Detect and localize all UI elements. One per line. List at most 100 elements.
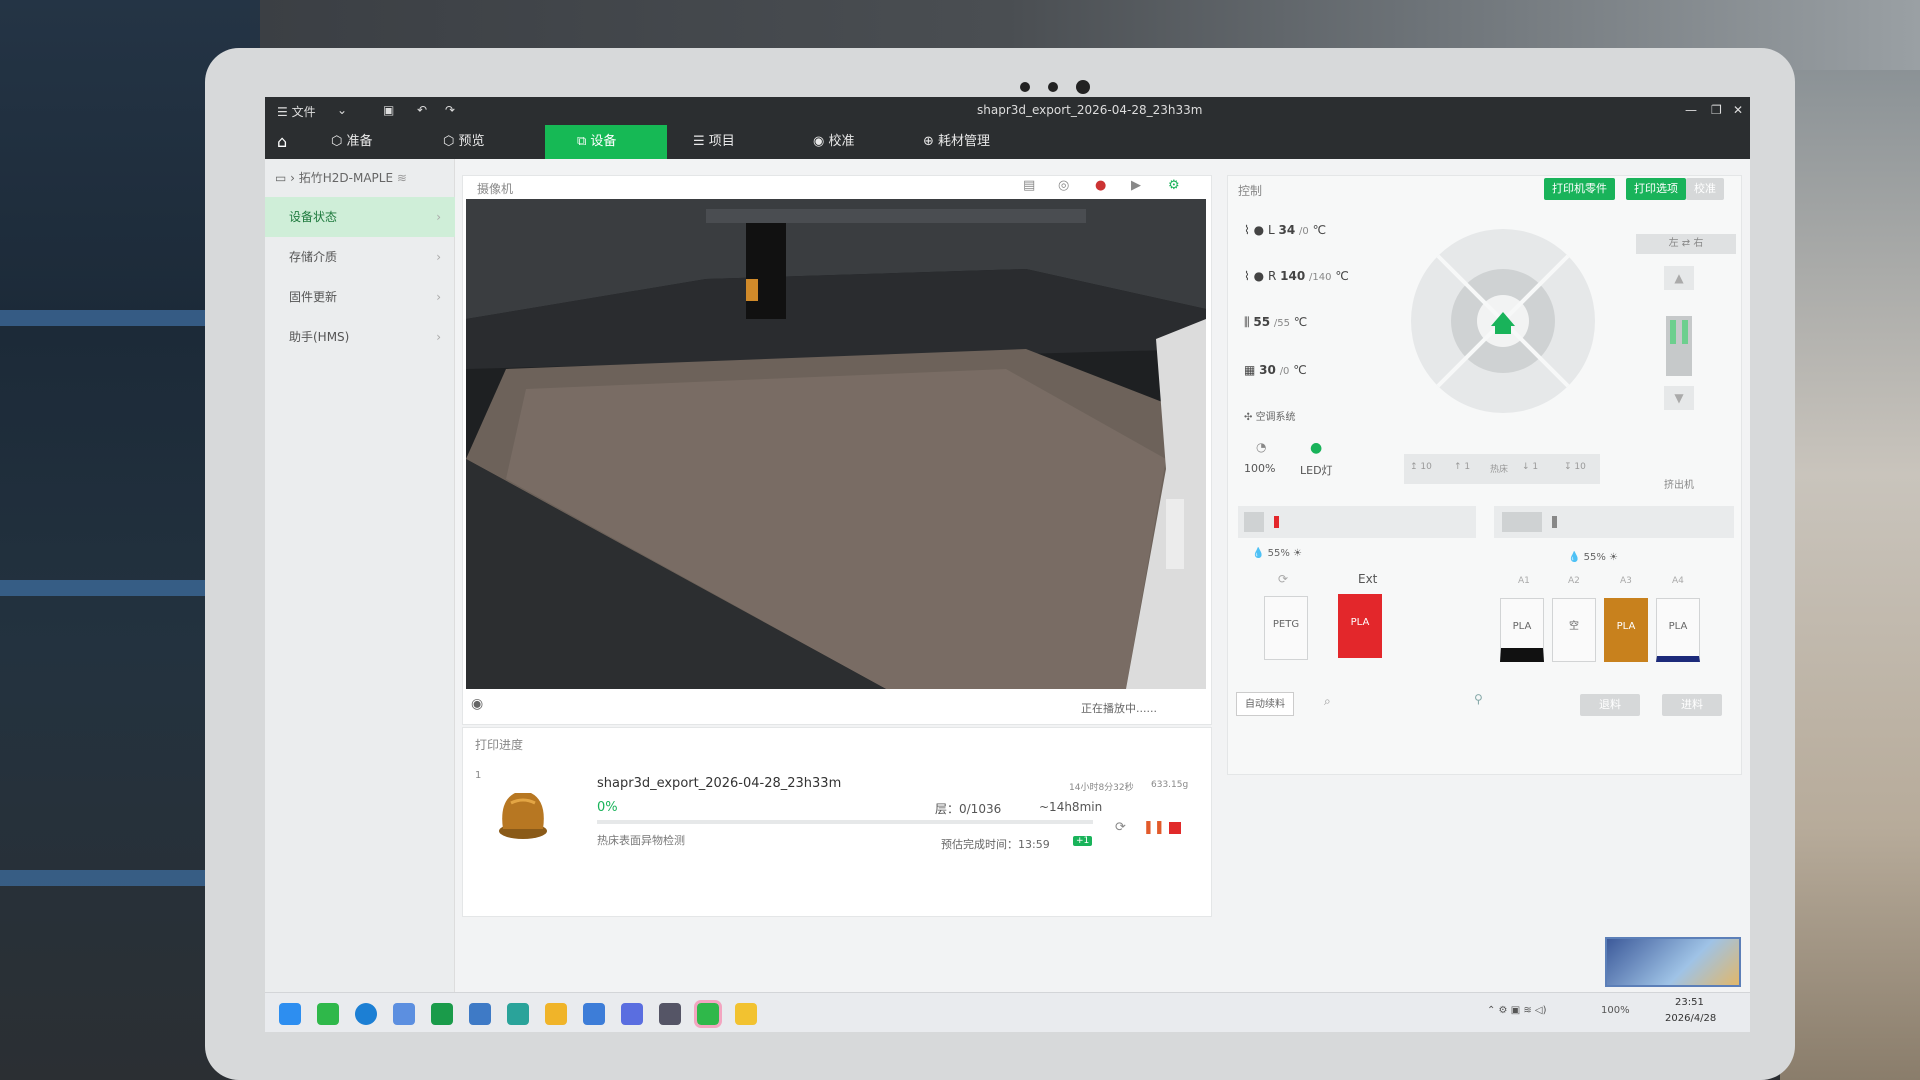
ams-spool-2[interactable]: 空 (1552, 598, 1596, 662)
extruder-switch[interactable]: 左 ⇄ 右 (1636, 234, 1736, 254)
sidebar: ▭ › 拓竹H2D-MAPLE ≋ 设备状态 › 存储介质 › 固件更新 › 助手(H… (265, 159, 455, 1032)
app-icon[interactable] (507, 1003, 529, 1025)
bed-up-10[interactable]: ↥ 10 (1410, 462, 1432, 472)
tab-calibration[interactable]: ◉ 校准 (805, 125, 905, 159)
background-right (1780, 70, 1920, 1080)
ams-tab[interactable] (1494, 506, 1734, 538)
nozzle-left-temp[interactable]: ⌇ ● L 34 /0 ℃ (1244, 220, 1326, 240)
bed-down-1[interactable]: ↓ 1 (1522, 462, 1538, 472)
refresh-icon[interactable]: ⟳ (1115, 820, 1126, 835)
tray-icons[interactable]: ⌃ ⚙ ▣ ≋ ◁) (1487, 1005, 1546, 1016)
maximize-icon[interactable]: ❐ (1711, 103, 1722, 117)
temp-value: 30 (1259, 363, 1276, 377)
start-icon[interactable] (279, 1003, 301, 1025)
print-options-button[interactable]: 打印选项 (1626, 178, 1686, 200)
redo-icon[interactable]: ↷ (445, 103, 455, 117)
stop-icon[interactable] (1169, 822, 1181, 834)
bed-up-1[interactable]: ↑ 1 (1454, 462, 1470, 472)
webcam-lens (1076, 80, 1090, 94)
spool-ext-pla[interactable]: PLA (1338, 594, 1382, 658)
stop-stream-icon[interactable]: ◉ (471, 696, 483, 712)
led-label: LED灯 (1300, 464, 1333, 477)
wechat-icon[interactable] (317, 1003, 339, 1025)
aircon-system[interactable]: ✣ 空调系统 (1244, 408, 1296, 423)
ams-tab-icon (1502, 512, 1542, 532)
retract-button[interactable]: 退料 (1580, 694, 1640, 716)
layer-count: 层：0/1036 (935, 802, 1002, 816)
settings-icon[interactable]: ⚙ (1168, 178, 1180, 193)
sidebar-item-storage[interactable]: 存储介质 › (265, 237, 455, 277)
sdcard-icon[interactable]: ▤ (1023, 178, 1035, 193)
sidebar-item-firmware[interactable]: 固件更新 › (265, 277, 455, 317)
app-icon[interactable] (583, 1003, 605, 1025)
extrude-up-button[interactable]: ▲ (1664, 266, 1694, 290)
app-icon[interactable] (545, 1003, 567, 1025)
tab-filament[interactable]: ⊕ 耗材管理 (915, 125, 1035, 159)
timelapse-icon[interactable]: ◎ (1058, 178, 1069, 193)
refresh-spool-icon[interactable]: ⟳ (1278, 572, 1288, 586)
spool-petg[interactable]: PETG (1264, 596, 1308, 660)
sidebar-item-hms[interactable]: 助手(HMS) › (265, 317, 455, 357)
progress-bar (597, 820, 1093, 824)
bed-temp[interactable]: ⫼ 55 /55 ℃ (1244, 312, 1307, 332)
step-label: 10 (1574, 462, 1586, 472)
sidebar-item-status[interactable]: 设备状态 › (265, 197, 455, 237)
ext-tab-icon (1244, 512, 1264, 532)
undo-icon[interactable]: ↶ (417, 103, 427, 117)
nozzle-right-temp[interactable]: ⌇ ● R 140 /140 ℃ (1244, 266, 1349, 286)
video-icon[interactable]: ▶ (1131, 178, 1141, 193)
wechat-active-icon[interactable] (694, 1000, 722, 1028)
folder-icon[interactable] (735, 1003, 757, 1025)
temp-value: 140 (1280, 269, 1306, 283)
ams-spool-3[interactable]: PLA (1604, 598, 1648, 662)
tab-device[interactable]: ⧉ 设备 (545, 125, 667, 159)
ext-spool-tab[interactable] (1238, 506, 1476, 538)
chevron-right-icon: › (436, 290, 441, 304)
record-icon[interactable]: ● (1095, 178, 1106, 193)
tab-prepare[interactable]: ⬡ 准备 (323, 125, 423, 159)
auto-refill-button[interactable]: 自动续料 (1236, 692, 1294, 716)
printer-parts-button[interactable]: 打印机零件 (1544, 178, 1615, 200)
clock-time[interactable]: 23:51 (1675, 997, 1704, 1008)
fan-icon[interactable]: ◔ (1256, 440, 1266, 454)
close-icon[interactable]: ✕ (1733, 103, 1743, 117)
plate-index: 1 (475, 770, 482, 781)
feed-button[interactable]: 进料 (1662, 694, 1722, 716)
spool-label: 空 (1569, 621, 1579, 632)
camera-panel: 摄像机 ▤ ◎ ● ▶ ⚙ ◉ 正在播放中...... (462, 175, 1212, 725)
clock-date[interactable]: 2026/4/28 (1665, 1013, 1716, 1024)
tab-preview[interactable]: ⬡ 预览 (435, 125, 535, 159)
app-icon[interactable] (621, 1003, 643, 1025)
ams-slot-a4: A4 (1672, 576, 1684, 586)
print-progress-panel: 打印进度 1 shapr3d_export_2026-04-28_23h33m … (462, 727, 1212, 917)
app-icon[interactable] (469, 1003, 491, 1025)
minimize-icon[interactable]: — (1685, 103, 1697, 117)
chevron-down-icon[interactable]: ⌄ (337, 103, 347, 117)
edge-icon[interactable] (355, 1003, 377, 1025)
calibration-button[interactable]: 校准 (1686, 178, 1724, 200)
pause-icon[interactable]: ❚❚ (1143, 820, 1165, 835)
tab-label: 设备 (590, 134, 617, 149)
fan-percent: 100% (1244, 462, 1276, 475)
bed-down-10[interactable]: ↧ 10 (1564, 462, 1586, 472)
home-icon[interactable]: ⌂ (269, 125, 287, 159)
extrude-down-button[interactable]: ▼ (1664, 386, 1694, 410)
led-icon[interactable]: ● (1310, 440, 1322, 456)
extruder-label: 挤出机 (1664, 480, 1694, 491)
ams-spool-4[interactable]: PLA (1656, 598, 1700, 662)
chamber-temp[interactable]: ▦ 30 /0 ℃ (1244, 360, 1307, 380)
jog-wheel[interactable] (1408, 226, 1598, 416)
save-icon[interactable]: ▣ (383, 103, 394, 117)
tab-project[interactable]: ☰ 项目 (685, 125, 785, 159)
file-menu[interactable]: ☰ 文件 (277, 103, 316, 120)
ams-spool-1[interactable]: PLA (1500, 598, 1544, 662)
camera-feed (466, 199, 1206, 689)
studio-icon[interactable] (431, 1003, 453, 1025)
step-label: 10 (1420, 462, 1432, 472)
app-icon[interactable] (659, 1003, 681, 1025)
ams-slot-a3: A3 (1620, 576, 1632, 586)
app-icon[interactable] (393, 1003, 415, 1025)
temp-target: /0 (1279, 366, 1290, 377)
device-selector[interactable]: ▭ › 拓竹H2D-MAPLE ≋ (275, 169, 407, 186)
search-spool-icon[interactable]: ⌕ (1324, 694, 1331, 709)
